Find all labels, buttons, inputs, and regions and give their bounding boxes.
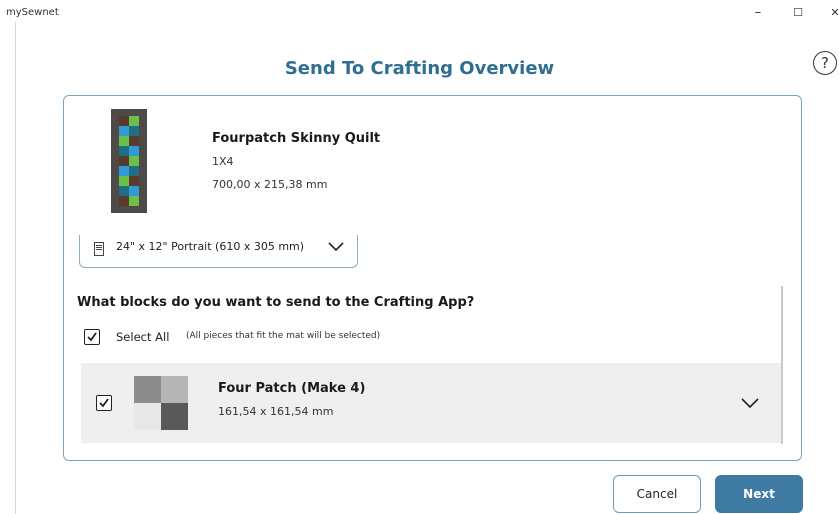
select-all-checkbox[interactable] [84, 329, 100, 345]
cancel-button[interactable]: Cancel [613, 475, 701, 513]
block-patch [161, 403, 188, 430]
quilt-layout: 1X4 [212, 155, 234, 168]
mat-icon [94, 242, 104, 256]
maximize-icon[interactable]: ☐ [790, 6, 806, 20]
quilt-thumbnail [111, 109, 147, 213]
quilt-patch [129, 166, 139, 176]
quilt-patch [129, 126, 139, 136]
blocks-question: What blocks do you want to send to the C… [77, 295, 475, 310]
block-size: 161,54 x 161,54 mm [218, 405, 334, 418]
quilt-name: Fourpatch Skinny Quilt [212, 131, 381, 146]
mat-size-value: 24" x 12" Portrait (610 x 305 mm) [116, 240, 305, 253]
block-patch [134, 403, 161, 430]
scrollbar[interactable] [781, 286, 783, 444]
quilt-patch [119, 136, 129, 146]
window-left-edge [15, 22, 16, 514]
mat-size-dropdown[interactable]: 24" x 12" Portrait (610 x 305 mm) [79, 235, 358, 268]
select-all-note: (All pieces that fit the mat will be sel… [186, 331, 381, 341]
quilt-patch [129, 176, 139, 186]
quilt-patch [129, 146, 139, 156]
quilt-patch [119, 156, 129, 166]
select-all-label[interactable]: Select All [116, 330, 169, 344]
chevron-down-icon[interactable] [327, 239, 345, 253]
quilt-patch [129, 116, 139, 126]
minimize-icon[interactable]: – [750, 6, 766, 20]
block-name: Four Patch (Make 4) [218, 381, 366, 396]
block-thumbnail [134, 376, 188, 430]
quilt-patch [119, 146, 129, 156]
quilt-patch [119, 126, 129, 136]
quilt-patch [129, 136, 139, 146]
close-icon[interactable]: ✕ [827, 6, 839, 20]
block-patch [161, 376, 188, 403]
quilt-patch [129, 186, 139, 196]
app-title: mySewnet [6, 7, 59, 18]
block-checkbox[interactable] [96, 395, 112, 411]
block-patch [134, 376, 161, 403]
quilt-patch [119, 176, 129, 186]
quilt-patch [129, 196, 139, 206]
quilt-size: 700,00 x 215,38 mm [212, 178, 328, 191]
quilt-patch [119, 196, 129, 206]
quilt-patch [119, 116, 129, 126]
quilt-patch [119, 186, 129, 196]
block-item[interactable]: Four Patch (Make 4) 161,54 x 161,54 mm [81, 363, 781, 443]
chevron-down-icon[interactable] [739, 395, 761, 411]
quilt-patch [129, 156, 139, 166]
quilt-patch [119, 166, 129, 176]
page-title: Send To Crafting Overview [284, 58, 555, 79]
next-button[interactable]: Next [715, 475, 803, 513]
overview-panel: Fourpatch Skinny Quilt 1X4 700,00 x 215,… [63, 95, 802, 461]
